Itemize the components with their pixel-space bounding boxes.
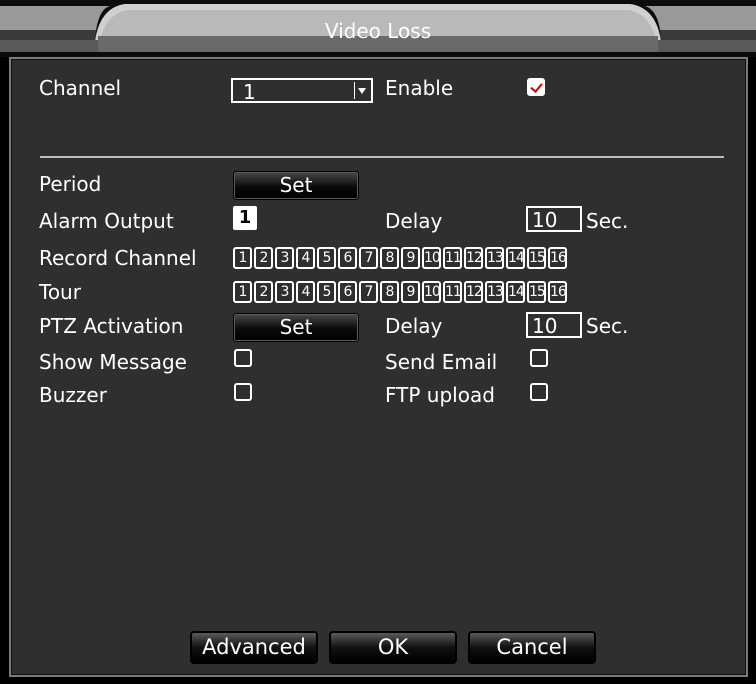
- channel-select-value: 1: [243, 80, 256, 104]
- record-channel-box[interactable]: 3: [275, 247, 294, 269]
- ptz-delay-unit: Sec.: [586, 314, 629, 338]
- tour-channel-box[interactable]: 13: [485, 281, 504, 303]
- record-channel-box[interactable]: 7: [359, 247, 378, 269]
- channel-label: Channel: [39, 76, 122, 100]
- delay-input-value: 10: [532, 208, 558, 232]
- record-channel-box[interactable]: 8: [380, 247, 399, 269]
- enable-label: Enable: [385, 76, 454, 100]
- record-channel-box[interactable]: 12: [464, 247, 483, 269]
- tour-channel-box[interactable]: 7: [359, 281, 378, 303]
- tour-label: Tour: [39, 280, 81, 304]
- delay-input[interactable]: 10: [526, 206, 582, 232]
- cancel-button[interactable]: Cancel: [468, 631, 596, 664]
- tour-channel-box[interactable]: 14: [506, 281, 525, 303]
- channel-select[interactable]: 1: [231, 78, 373, 103]
- record-channel-box[interactable]: 6: [338, 247, 357, 269]
- tour-channel-box[interactable]: 6: [338, 281, 357, 303]
- show-message-label: Show Message: [39, 350, 187, 374]
- ok-button[interactable]: OK: [329, 631, 457, 664]
- ptz-set-button[interactable]: Set: [233, 313, 359, 342]
- alarm-output-label: Alarm Output: [39, 209, 174, 233]
- tour-channel-box[interactable]: 1: [233, 281, 252, 303]
- tour-channel-box[interactable]: 15: [527, 281, 546, 303]
- ptz-activation-label: PTZ Activation: [39, 314, 184, 338]
- ftp-upload-label: FTP upload: [385, 383, 495, 407]
- alarm-output-channel-1[interactable]: 1: [233, 206, 257, 230]
- tour-channel-box[interactable]: 12: [464, 281, 483, 303]
- record-channel-label: Record Channel: [39, 246, 197, 270]
- advanced-button[interactable]: Advanced: [190, 631, 318, 664]
- buzzer-label: Buzzer: [39, 383, 107, 407]
- record-channel-box[interactable]: 5: [317, 247, 336, 269]
- tour-channel-box[interactable]: 10: [422, 281, 441, 303]
- buzzer-checkbox[interactable]: [234, 383, 252, 401]
- ptz-delay-input-value: 10: [532, 314, 558, 338]
- tour-channel-box[interactable]: 11: [443, 281, 462, 303]
- record-channel-box[interactable]: 16: [548, 247, 567, 269]
- ptz-delay-label: Delay: [385, 314, 443, 338]
- send-email-checkbox[interactable]: [530, 349, 548, 367]
- window-title: Video Loss: [324, 19, 432, 43]
- delay-label: Delay: [385, 209, 443, 233]
- ptz-delay-input[interactable]: 10: [526, 312, 582, 338]
- delay-unit: Sec.: [586, 209, 629, 233]
- record-channel-box[interactable]: 2: [254, 247, 273, 269]
- tour-channel-box[interactable]: 2: [254, 281, 273, 303]
- record-channel-box[interactable]: 4: [296, 247, 315, 269]
- send-email-label: Send Email: [385, 350, 498, 374]
- record-channel-box[interactable]: 13: [485, 247, 504, 269]
- divider: [40, 156, 724, 158]
- chevron-down-icon[interactable]: [354, 82, 369, 99]
- record-channel-box[interactable]: 1: [233, 247, 252, 269]
- record-channel-box[interactable]: 15: [527, 247, 546, 269]
- record-channel-box[interactable]: 10: [422, 247, 441, 269]
- tour-channel-box[interactable]: 16: [548, 281, 567, 303]
- tour-channel-box[interactable]: 5: [317, 281, 336, 303]
- tour-channel-box[interactable]: 4: [296, 281, 315, 303]
- record-channel-box[interactable]: 14: [506, 247, 525, 269]
- record-channel-box[interactable]: 11: [443, 247, 462, 269]
- show-message-checkbox[interactable]: [234, 349, 252, 367]
- tour-channel-box[interactable]: 9: [401, 281, 420, 303]
- period-set-button[interactable]: Set: [233, 171, 359, 200]
- title-bar: Video Loss: [0, 0, 756, 57]
- period-label: Period: [39, 172, 102, 196]
- ftp-upload-checkbox[interactable]: [530, 383, 548, 401]
- record-channel-box[interactable]: 9: [401, 247, 420, 269]
- tour-channel-box[interactable]: 3: [275, 281, 294, 303]
- tour-channel-box[interactable]: 8: [380, 281, 399, 303]
- enable-checkbox[interactable]: [527, 78, 545, 96]
